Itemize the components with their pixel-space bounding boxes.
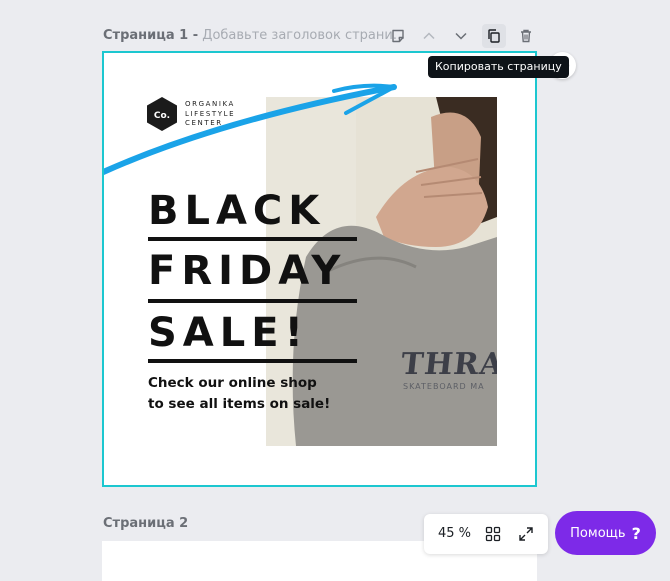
copy-page-button[interactable] <box>482 24 506 48</box>
chevron-up-icon <box>423 32 435 40</box>
trash-icon <box>521 29 531 43</box>
promo-subtext-line-1: Check our online shop <box>148 375 317 391</box>
logo-line-3: CENTER <box>185 119 223 127</box>
fullscreen-icon[interactable] <box>518 526 534 542</box>
logo-line-1: ORGANIKA <box>185 100 235 108</box>
headline-line-2[interactable]: FRIDAY <box>148 251 346 291</box>
headline-line-1[interactable]: BLACK <box>148 191 325 231</box>
promo-subtext[interactable]: Check our online shop to see all items o… <box>148 373 330 415</box>
headline-line-3[interactable]: SALE! <box>148 313 309 353</box>
move-page-down-button[interactable] <box>449 24 473 48</box>
page-2-label: Страница 2 <box>103 516 189 531</box>
grid-view-icon[interactable] <box>485 526 501 542</box>
page-number-label: Страница 1 - <box>103 28 199 43</box>
chevron-down-icon <box>455 32 467 40</box>
page-title[interactable]: Страница 1 - Добавьте заголовок страни..… <box>103 28 405 43</box>
delete-page-button[interactable] <box>514 24 538 48</box>
headline-rule-3 <box>148 359 357 363</box>
logo-badge-text: Co. <box>154 111 170 121</box>
page-title-placeholder[interactable]: Добавьте заголовок страни... <box>202 28 405 43</box>
note-icon <box>392 29 404 43</box>
question-icon: ? <box>631 523 641 543</box>
promo-subtext-line-2: to see all items on sale! <box>148 396 331 412</box>
shirt-print-subtext: SKATEBOARD MA <box>403 382 485 391</box>
shirt-print-text: THRASH <box>399 347 497 382</box>
logo-hex-badge: Co. <box>147 97 177 131</box>
logo-line-2: LIFESTYLE <box>185 109 236 118</box>
page-header: Страница 1 - Добавьте заголовок страни..… <box>103 22 543 50</box>
copy-page-tooltip: Копировать страницу <box>428 56 569 78</box>
zoom-panel: 45 % <box>424 514 548 554</box>
help-label: Помощь <box>570 525 626 541</box>
page-1-canvas[interactable]: THRASH SKATEBOARD MA Co. ORGANIKA LIFEST… <box>102 51 537 487</box>
add-note-button[interactable] <box>386 24 410 48</box>
help-button[interactable]: Помощь ? <box>555 511 656 555</box>
headline-rule-2 <box>148 299 357 303</box>
move-page-up-button[interactable] <box>417 24 441 48</box>
copy-page-icon <box>488 29 500 43</box>
zoom-value[interactable]: 45 % <box>438 526 471 541</box>
logo-text: ORGANIKA LIFESTYLE CENTER <box>185 100 235 129</box>
headline-rule-1 <box>148 237 357 241</box>
